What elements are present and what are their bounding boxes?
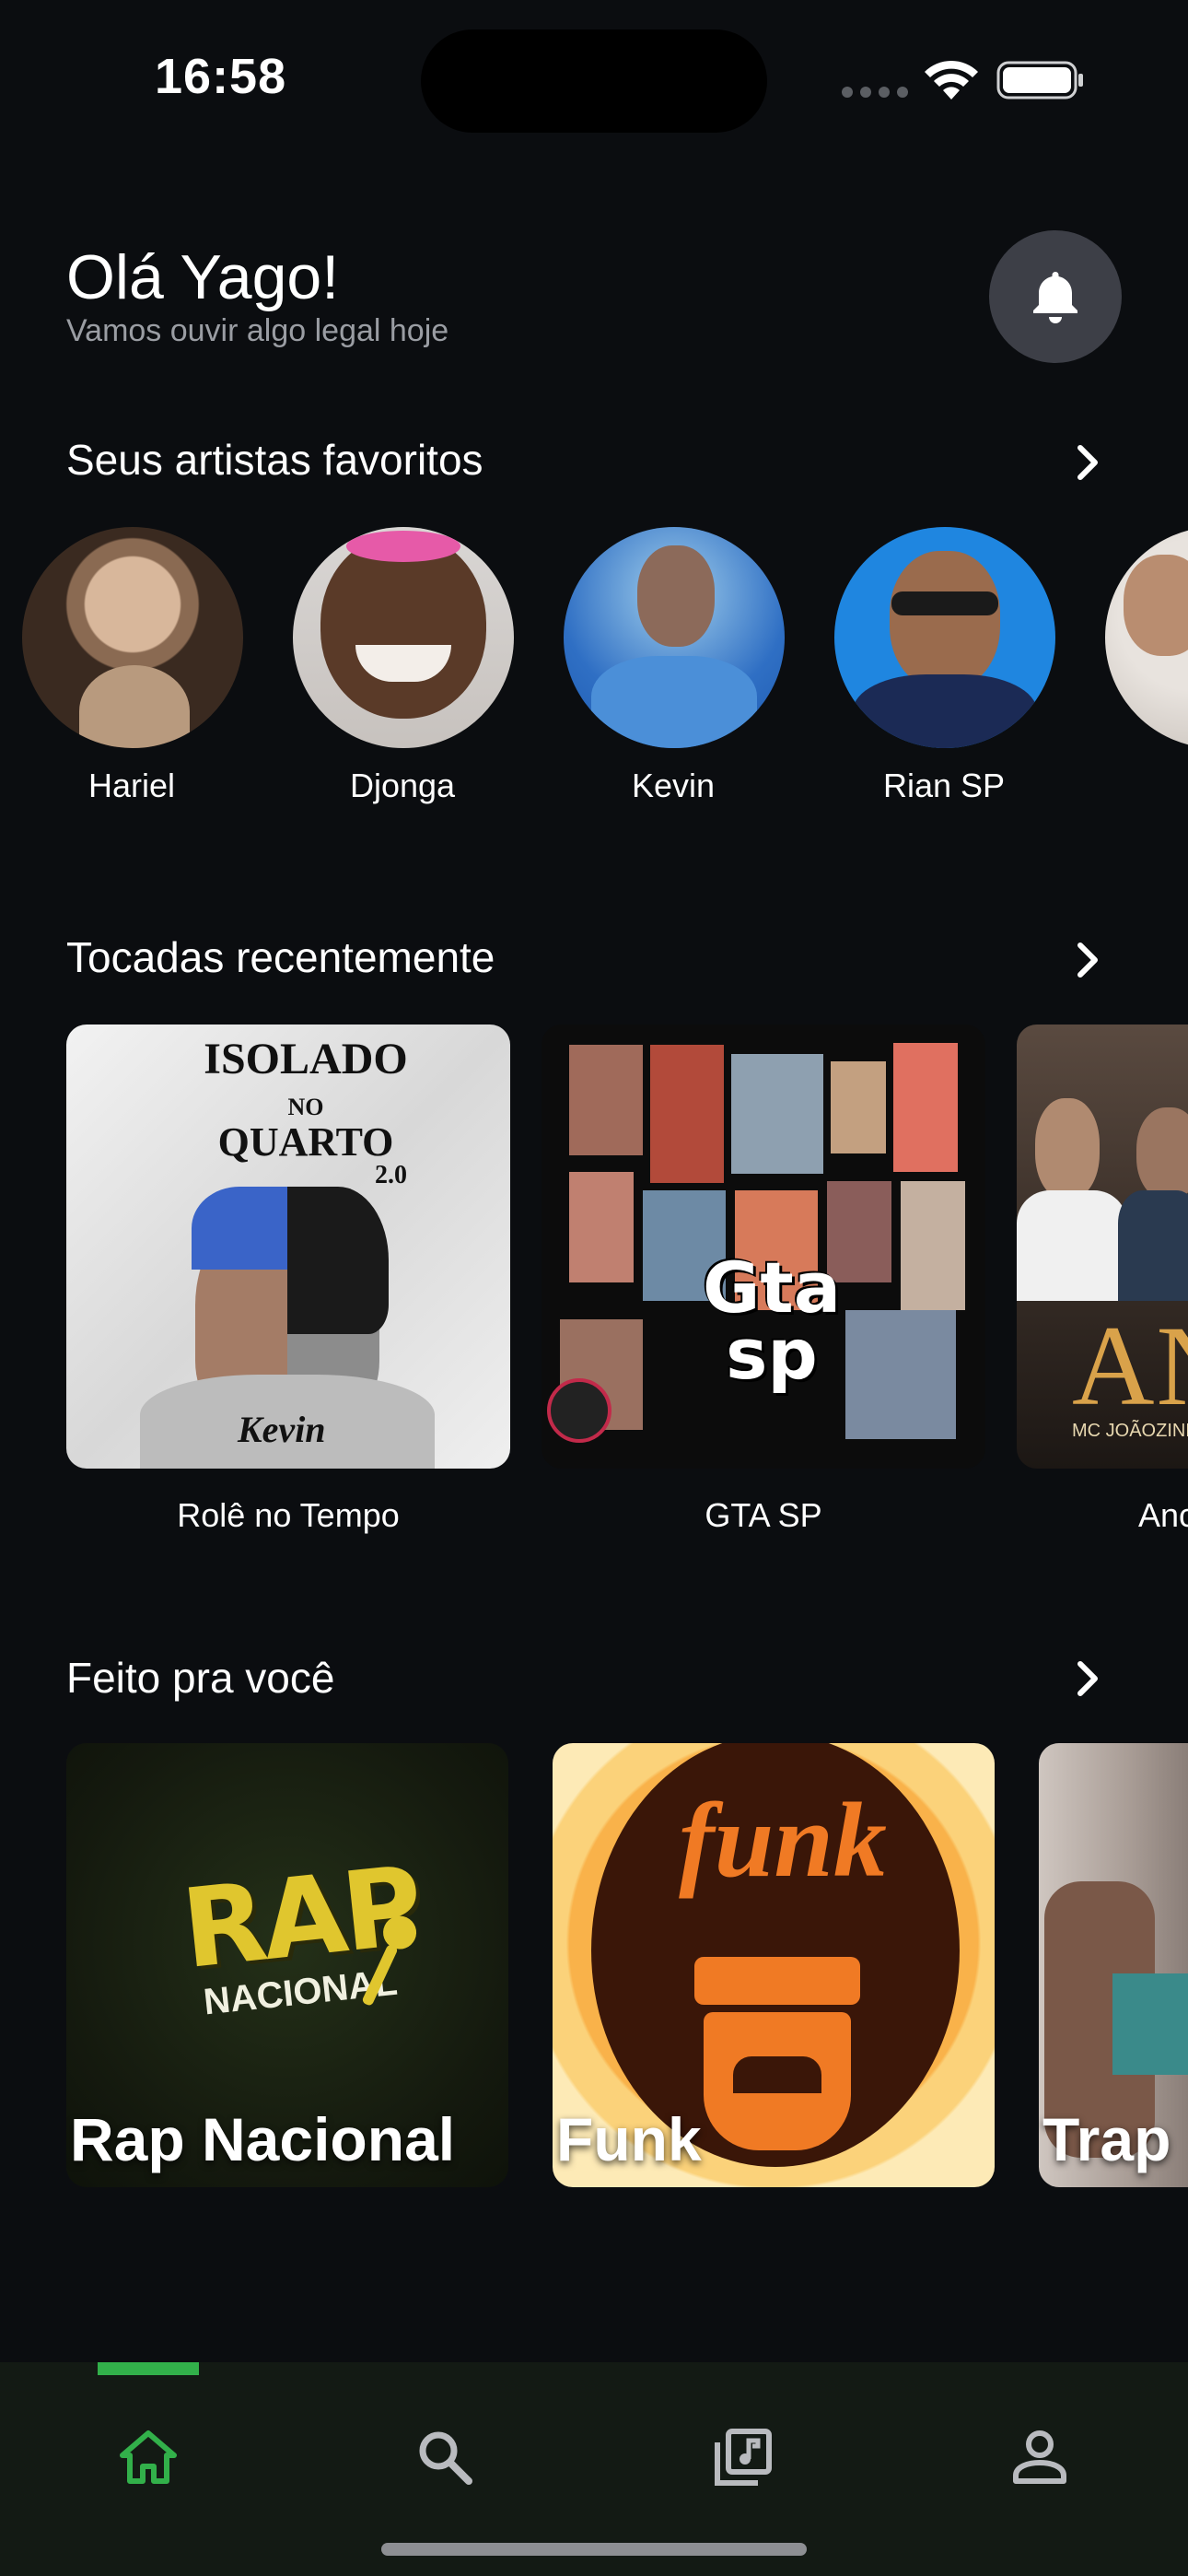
- nav-library-button[interactable]: [693, 2406, 794, 2508]
- playlist-label: Trap: [1042, 2105, 1171, 2173]
- home-screen: 16:58 Olá Yago! Vamos ouvir algo legal h…: [0, 0, 1188, 2576]
- status-time: 16:58: [155, 49, 287, 104]
- album-cover-title: ISOLADO NO QUARTO 2.0: [204, 1035, 408, 1189]
- recent-see-all-button[interactable]: [1068, 940, 1109, 980]
- chevron-right-icon: [1077, 943, 1098, 978]
- artist-avatar: [834, 527, 1055, 748]
- artist-name: Kevin: [631, 767, 716, 804]
- home-indicator[interactable]: [381, 2543, 807, 2556]
- greeting-subtitle: Vamos ouvir algo legal hoje: [66, 313, 449, 348]
- album-title: GTA SP: [705, 1496, 822, 1534]
- artist-item[interactable]: Djonga: [289, 525, 516, 820]
- playlist-card[interactable]: Trap: [1039, 1743, 1188, 2187]
- search-icon: [419, 2431, 472, 2485]
- artist-name: Rian SP: [882, 767, 1006, 804]
- artist-item[interactable]: Hariel: [18, 525, 245, 820]
- album-cover: ISOLADO NO QUARTO 2.0 Kevin: [66, 1025, 510, 1469]
- nav-search-button[interactable]: [394, 2406, 495, 2508]
- album-title: Anc: [1138, 1496, 1188, 1534]
- album-cover-artist: Kevin: [238, 1409, 326, 1450]
- playlist-label: Rap Nacional: [70, 2105, 456, 2173]
- artist-item[interactable]: Kevin: [560, 525, 786, 820]
- artists-see-all-button[interactable]: [1068, 442, 1109, 483]
- chevron-right-icon: [1077, 445, 1098, 480]
- battery-icon: [996, 61, 1083, 100]
- artist-item[interactable]: K: [1101, 525, 1188, 820]
- greeting-title: Olá Yago!: [66, 242, 340, 312]
- made-for-you-section-title: Feito pra você: [66, 1654, 335, 1702]
- dynamic-island: [421, 29, 767, 133]
- artist-name: Djonga: [349, 767, 456, 804]
- artist-avatar: [293, 527, 514, 748]
- artist-item[interactable]: Rian SP: [831, 525, 1057, 820]
- playlist-label: Funk: [556, 2105, 702, 2173]
- nav-home-button[interactable]: [98, 2406, 199, 2508]
- album-cover: Gta sp: [542, 1025, 985, 1469]
- bell-icon: [1033, 272, 1077, 323]
- album-cover: ANO MC JOÃOZINHO VT: [1017, 1025, 1188, 1469]
- artist-avatar: [1105, 527, 1188, 748]
- made-for-you-see-all-button[interactable]: [1068, 1658, 1109, 1699]
- artist-avatar: [564, 527, 785, 748]
- wifi-icon: [925, 60, 978, 100]
- artists-section-title: Seus artistas favoritos: [66, 436, 483, 484]
- nav-active-indicator: [98, 2362, 199, 2375]
- artist-avatar: [22, 527, 243, 748]
- notifications-button[interactable]: [989, 230, 1122, 363]
- status-bar: 16:58: [0, 0, 1188, 166]
- playlist-card[interactable]: RAP NACIONAL Rap Nacional: [66, 1743, 508, 2187]
- home-icon: [120, 2430, 177, 2484]
- artist-name: K: [1101, 767, 1188, 805]
- person-icon: [1013, 2430, 1066, 2484]
- playlist-cover-title: funk: [679, 1782, 887, 1900]
- cellular-signal-icon: [842, 87, 908, 98]
- album-title: Rolê no Tempo: [177, 1496, 400, 1534]
- album-cover-title: ANO: [1072, 1303, 1188, 1429]
- nav-profile-button[interactable]: [989, 2406, 1090, 2508]
- music-library-icon: [715, 2429, 772, 2486]
- artists-row: Hariel Djonga Kevin Rian SP: [0, 525, 1188, 829]
- album-cover-artist: MC JOÃOZINHO VT: [1072, 1421, 1188, 1441]
- chevron-right-icon: [1077, 1661, 1098, 1696]
- artist-name: Hariel: [87, 767, 176, 804]
- recent-section-title: Tocadas recentemente: [66, 933, 495, 981]
- playlist-card[interactable]: funk Funk: [553, 1743, 995, 2187]
- album-cover-title: Gta sp: [703, 1247, 841, 1396]
